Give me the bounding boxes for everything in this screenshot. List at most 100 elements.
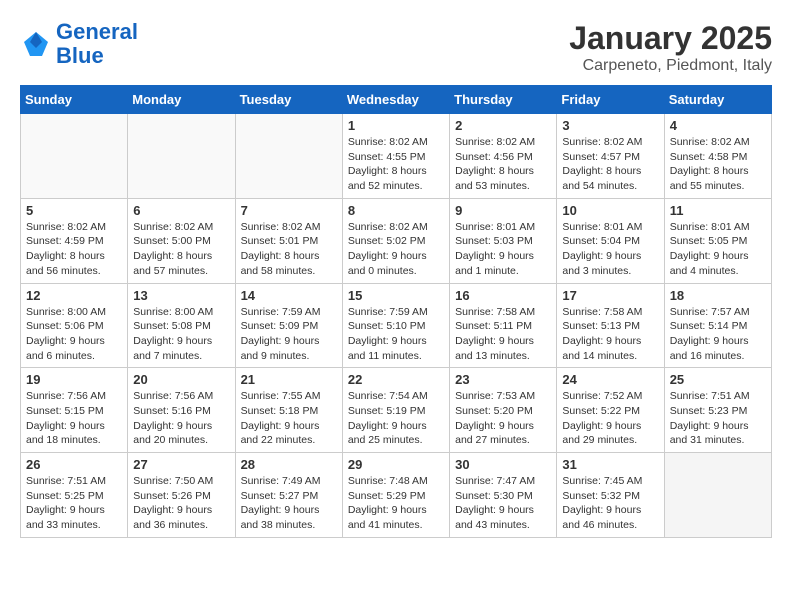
day-info: Sunrise: 7:59 AM Sunset: 5:10 PM Dayligh…	[348, 305, 444, 364]
day-number: 29	[348, 457, 444, 472]
day-number: 5	[26, 203, 122, 218]
col-header-friday: Friday	[557, 86, 664, 114]
day-info: Sunrise: 8:02 AM Sunset: 4:58 PM Dayligh…	[670, 135, 766, 194]
calendar-cell: 22Sunrise: 7:54 AM Sunset: 5:19 PM Dayli…	[342, 368, 449, 453]
calendar-cell: 25Sunrise: 7:51 AM Sunset: 5:23 PM Dayli…	[664, 368, 771, 453]
day-number: 21	[241, 372, 337, 387]
day-info: Sunrise: 7:59 AM Sunset: 5:09 PM Dayligh…	[241, 305, 337, 364]
calendar-cell: 3Sunrise: 8:02 AM Sunset: 4:57 PM Daylig…	[557, 114, 664, 199]
calendar-cell: 30 Sunrise: 7:47 AM Sunset: 5:30 PM Dayli…	[450, 453, 557, 538]
day-number: 24	[562, 372, 658, 387]
day-info: Sunrise: 7:47 AM Sunset: 5:30 PM Dayligh…	[455, 474, 551, 533]
day-number: 6	[133, 203, 229, 218]
day-number: 15	[348, 288, 444, 303]
logo: General Blue	[20, 20, 138, 68]
col-header-thursday: Thursday	[450, 86, 557, 114]
calendar-cell: 21Sunrise: 7:55 AM Sunset: 5:18 PM Dayli…	[235, 368, 342, 453]
day-info: Sunrise: 7:51 AM Sunset: 5:23 PM Dayligh…	[670, 389, 766, 448]
day-number: 16	[455, 288, 551, 303]
calendar-cell: 23 Sunrise: 7:53 AM Sunset: 5:20 PM Dayli…	[450, 368, 557, 453]
day-number: 10	[562, 203, 658, 218]
day-info: Sunrise: 7:53 AM Sunset: 5:20 PM Dayligh…	[455, 389, 551, 448]
calendar-cell	[235, 114, 342, 199]
calendar-cell: 11Sunrise: 8:01 AM Sunset: 5:05 PM Dayli…	[664, 198, 771, 283]
day-info: Sunrise: 8:02 AM Sunset: 5:01 PM Dayligh…	[241, 220, 337, 279]
day-info: Sunrise: 8:01 AM Sunset: 5:04 PM Dayligh…	[562, 220, 658, 279]
day-number: 13	[133, 288, 229, 303]
day-number: 28	[241, 457, 337, 472]
calendar-cell: 17 Sunrise: 7:58 AM Sunset: 5:13 PM Dayli…	[557, 283, 664, 368]
day-number: 23	[455, 372, 551, 387]
day-info: Sunrise: 7:45 AM Sunset: 5:32 PM Dayligh…	[562, 474, 658, 533]
day-number: 18	[670, 288, 766, 303]
day-info: Sunrise: 8:01 AM Sunset: 5:03 PM Dayligh…	[455, 220, 551, 279]
calendar-cell	[664, 453, 771, 538]
calendar-cell: 20 Sunrise: 7:56 AM Sunset: 5:16 PM Dayli…	[128, 368, 235, 453]
day-number: 31	[562, 457, 658, 472]
day-info: Sunrise: 8:02 AM Sunset: 5:02 PM Dayligh…	[348, 220, 444, 279]
calendar-cell: 9Sunrise: 8:01 AM Sunset: 5:03 PM Daylig…	[450, 198, 557, 283]
calendar-cell: 16 Sunrise: 7:58 AM Sunset: 5:11 PM Dayli…	[450, 283, 557, 368]
day-number: 8	[348, 203, 444, 218]
calendar-cell: 29 Sunrise: 7:48 AM Sunset: 5:29 PM Dayli…	[342, 453, 449, 538]
calendar-cell: 14 Sunrise: 7:59 AM Sunset: 5:09 PM Dayli…	[235, 283, 342, 368]
calendar-cell: 31 Sunrise: 7:45 AM Sunset: 5:32 PM Dayli…	[557, 453, 664, 538]
day-number: 20	[133, 372, 229, 387]
day-number: 7	[241, 203, 337, 218]
day-info: Sunrise: 8:02 AM Sunset: 4:57 PM Dayligh…	[562, 135, 658, 194]
day-number: 30	[455, 457, 551, 472]
col-header-monday: Monday	[128, 86, 235, 114]
day-info: Sunrise: 7:51 AM Sunset: 5:25 PM Dayligh…	[26, 474, 122, 533]
calendar-cell: 1Sunrise: 8:02 AM Sunset: 4:55 PM Daylig…	[342, 114, 449, 199]
col-header-sunday: Sunday	[21, 86, 128, 114]
calendar-cell: 13 Sunrise: 8:00 AM Sunset: 5:08 PM Dayli…	[128, 283, 235, 368]
logo-line1: General	[56, 19, 138, 44]
month-title: January 2025	[569, 20, 772, 57]
day-number: 14	[241, 288, 337, 303]
day-info: Sunrise: 7:52 AM Sunset: 5:22 PM Dayligh…	[562, 389, 658, 448]
col-header-saturday: Saturday	[664, 86, 771, 114]
calendar-cell: 12 Sunrise: 8:00 AM Sunset: 5:06 PM Dayli…	[21, 283, 128, 368]
logo-icon	[20, 28, 52, 60]
day-info: Sunrise: 7:49 AM Sunset: 5:27 PM Dayligh…	[241, 474, 337, 533]
calendar-cell: 6 Sunrise: 8:02 AM Sunset: 5:00 PM Daylig…	[128, 198, 235, 283]
day-info: Sunrise: 8:02 AM Sunset: 4:56 PM Dayligh…	[455, 135, 551, 194]
calendar-cell: 15 Sunrise: 7:59 AM Sunset: 5:10 PM Dayli…	[342, 283, 449, 368]
day-number: 12	[26, 288, 122, 303]
calendar-cell	[21, 114, 128, 199]
calendar-cell: 27 Sunrise: 7:50 AM Sunset: 5:26 PM Dayli…	[128, 453, 235, 538]
day-number: 19	[26, 372, 122, 387]
day-info: Sunrise: 7:50 AM Sunset: 5:26 PM Dayligh…	[133, 474, 229, 533]
day-number: 26	[26, 457, 122, 472]
day-info: Sunrise: 7:48 AM Sunset: 5:29 PM Dayligh…	[348, 474, 444, 533]
day-info: Sunrise: 8:02 AM Sunset: 5:00 PM Dayligh…	[133, 220, 229, 279]
day-number: 11	[670, 203, 766, 218]
calendar-cell: 5 Sunrise: 8:02 AM Sunset: 4:59 PM Daylig…	[21, 198, 128, 283]
calendar-cell: 28 Sunrise: 7:49 AM Sunset: 5:27 PM Dayli…	[235, 453, 342, 538]
logo-line2: Blue	[56, 43, 104, 68]
calendar-cell: 8 Sunrise: 8:02 AM Sunset: 5:02 PM Daylig…	[342, 198, 449, 283]
day-info: Sunrise: 7:57 AM Sunset: 5:14 PM Dayligh…	[670, 305, 766, 364]
location-title: Carpeneto, Piedmont, Italy	[569, 57, 772, 75]
logo-text: General Blue	[56, 20, 138, 68]
calendar-cell: 2 Sunrise: 8:02 AM Sunset: 4:56 PM Daylig…	[450, 114, 557, 199]
day-info: Sunrise: 7:56 AM Sunset: 5:15 PM Dayligh…	[26, 389, 122, 448]
calendar-cell: 19 Sunrise: 7:56 AM Sunset: 5:15 PM Dayli…	[21, 368, 128, 453]
title-block: January 2025 Carpeneto, Piedmont, Italy	[569, 20, 772, 75]
day-info: Sunrise: 8:00 AM Sunset: 5:08 PM Dayligh…	[133, 305, 229, 364]
day-info: Sunrise: 8:00 AM Sunset: 5:06 PM Dayligh…	[26, 305, 122, 364]
day-info: Sunrise: 7:58 AM Sunset: 5:13 PM Dayligh…	[562, 305, 658, 364]
calendar-cell	[128, 114, 235, 199]
calendar-cell: 18 Sunrise: 7:57 AM Sunset: 5:14 PM Dayli…	[664, 283, 771, 368]
calendar-cell: 24 Sunrise: 7:52 AM Sunset: 5:22 PM Dayli…	[557, 368, 664, 453]
day-number: 2	[455, 118, 551, 133]
day-number: 1	[348, 118, 444, 133]
day-number: 17	[562, 288, 658, 303]
calendar-cell: 4Sunrise: 8:02 AM Sunset: 4:58 PM Daylig…	[664, 114, 771, 199]
day-info: Sunrise: 7:56 AM Sunset: 5:16 PM Dayligh…	[133, 389, 229, 448]
calendar-cell: 26 Sunrise: 7:51 AM Sunset: 5:25 PM Dayli…	[21, 453, 128, 538]
day-info: Sunrise: 8:02 AM Sunset: 4:59 PM Dayligh…	[26, 220, 122, 279]
day-number: 27	[133, 457, 229, 472]
day-number: 22	[348, 372, 444, 387]
day-info: Sunrise: 7:58 AM Sunset: 5:11 PM Dayligh…	[455, 305, 551, 364]
